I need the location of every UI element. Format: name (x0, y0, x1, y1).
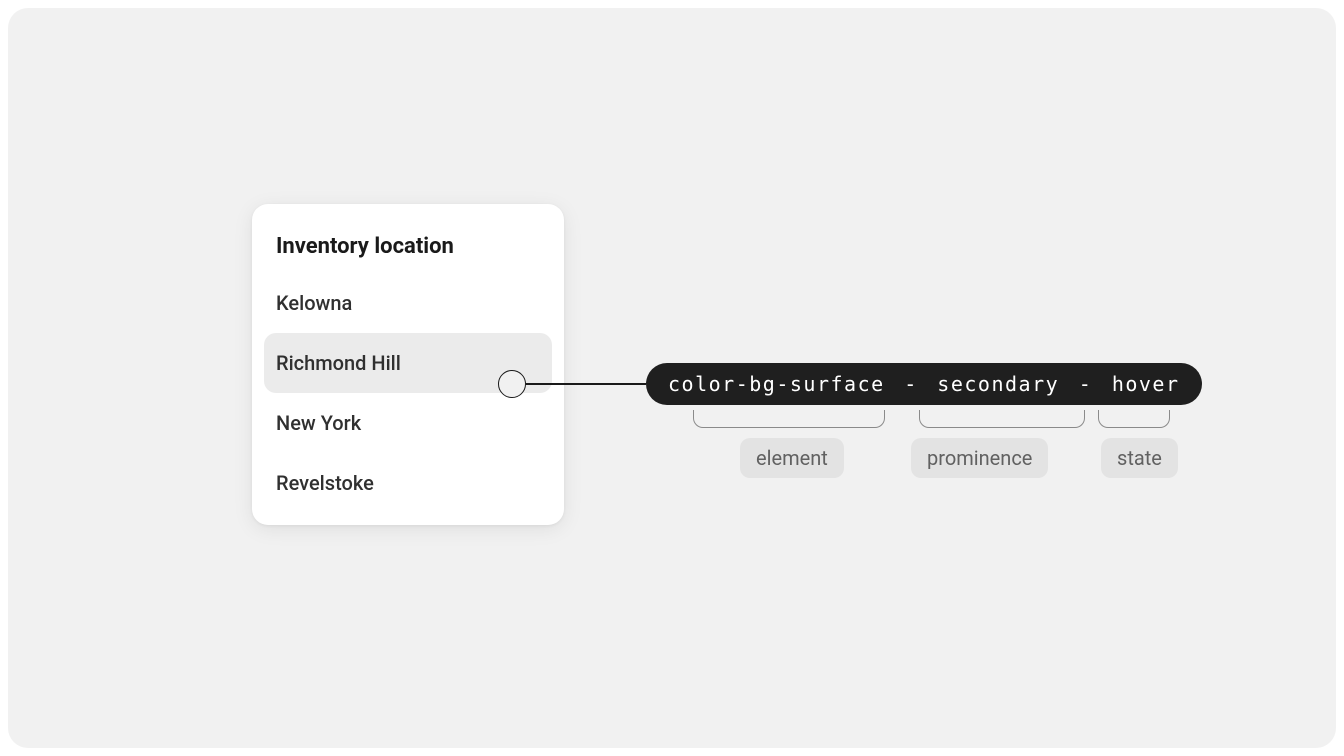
popover-item-kelowna[interactable]: Kelowna (264, 273, 552, 333)
popover-item-revelstoke[interactable]: Revelstoke (264, 453, 552, 513)
inventory-location-popover: Inventory location Kelowna Richmond Hill… (252, 204, 564, 525)
legend-bracket-element (693, 410, 885, 428)
legend-bracket-state (1098, 410, 1170, 428)
annotation-anchor-dot (498, 370, 526, 398)
popover-title: Inventory location (264, 216, 552, 273)
legend-chip-prominence: prominence (911, 438, 1048, 478)
legend-bracket-prominence (919, 410, 1085, 428)
diagram-canvas: Inventory location Kelowna Richmond Hill… (8, 8, 1336, 748)
token-separator: - (1073, 372, 1099, 396)
design-token-pill: color-bg-surface - secondary - hover (646, 363, 1202, 405)
legend-chip-element: element (740, 438, 844, 478)
legend-chip-state: state (1101, 438, 1178, 478)
annotation-connector-line (526, 383, 646, 385)
token-separator: - (898, 372, 924, 396)
popover-item-new-york[interactable]: New York (264, 393, 552, 453)
token-part-prominence: secondary (937, 372, 1059, 396)
token-part-element: color-bg-surface (668, 372, 885, 396)
token-part-state: hover (1112, 372, 1180, 396)
